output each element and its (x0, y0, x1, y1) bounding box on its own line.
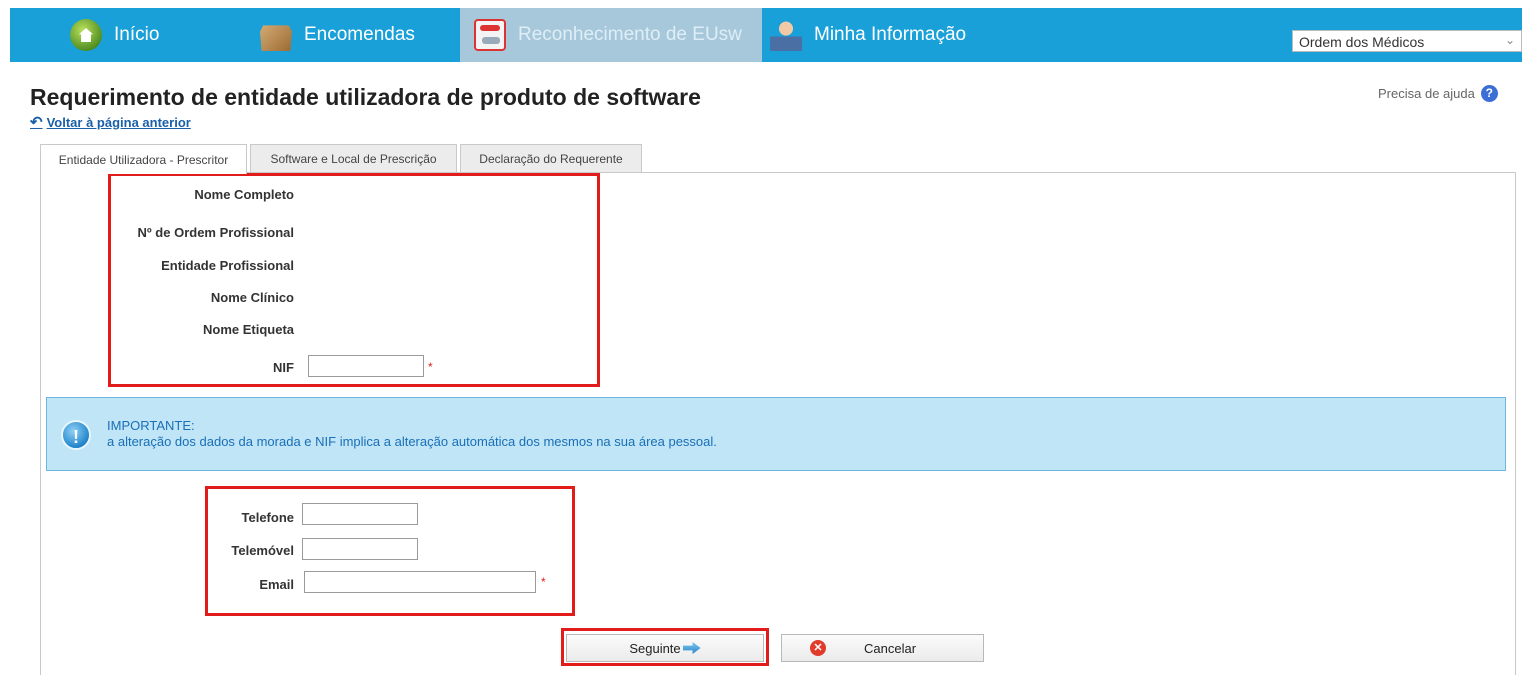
nav-item-label: Encomendas (304, 24, 415, 45)
tab-entidade-utilizadora[interactable]: Entidade Utilizadora - Prescritor (40, 144, 247, 174)
top-strip (0, 0, 1522, 8)
home-icon (70, 19, 102, 51)
nav-item-minha-informacao[interactable]: Minha Informação (770, 8, 1020, 62)
nav-item-encomendas[interactable]: Encomendas (260, 8, 450, 62)
nav-item-label: Início (114, 24, 160, 45)
nav-item-inicio[interactable]: Início (70, 8, 240, 62)
nav-item-label: Reconhecimento de EUsw (518, 24, 742, 45)
doctor-icon (770, 19, 802, 51)
help-label: Precisa de ajuda (1378, 86, 1475, 101)
help-link[interactable]: Precisa de ajuda ? (1378, 85, 1498, 102)
page-title: Requerimento de entidade utilizadora de … (30, 84, 701, 110)
tab-label: Declaração do Requerente (479, 152, 623, 166)
pills-icon (474, 19, 506, 51)
important-notice: ! IMPORTANTE: a alteração dos dados da m… (46, 397, 1506, 471)
help-icon: ? (1480, 85, 1498, 102)
nav-item-reconhecimento[interactable]: Reconhecimento de EUsw (460, 8, 762, 62)
notice-text: a alteração dos dados da morada e NIF im… (107, 434, 717, 449)
exclamation-icon: ! (61, 420, 91, 450)
chevron-down-icon: ⌄ (1504, 33, 1515, 47)
tab-label: Entidade Utilizadora - Prescritor (58, 152, 229, 167)
organization-select[interactable]: Ordem dos Médicos ⌄ (1292, 30, 1522, 52)
highlight-entity-section (108, 173, 600, 387)
back-arrow-icon: ↶ (30, 114, 43, 131)
tab-software-local[interactable]: Software e Local de Prescrição (250, 144, 457, 173)
back-link-label: Voltar à página anterior (46, 114, 191, 130)
package-icon (260, 25, 292, 51)
nav-item-label: Minha Informação (814, 24, 967, 45)
close-icon: ✕ (810, 640, 826, 656)
highlight-next-button (561, 628, 769, 666)
back-link[interactable]: ↶ Voltar à página anterior (30, 113, 191, 131)
organization-select-value: Ordem dos Médicos (1299, 34, 1425, 50)
notice-title: IMPORTANTE: (107, 418, 195, 433)
tab-label: Software e Local de Prescrição (270, 152, 437, 166)
highlight-contact-section (205, 486, 575, 616)
cancel-button[interactable]: ✕ Cancelar (781, 634, 984, 662)
cancel-button-label: Cancelar (864, 640, 917, 656)
tab-declaracao[interactable]: Declaração do Requerente (460, 144, 642, 173)
